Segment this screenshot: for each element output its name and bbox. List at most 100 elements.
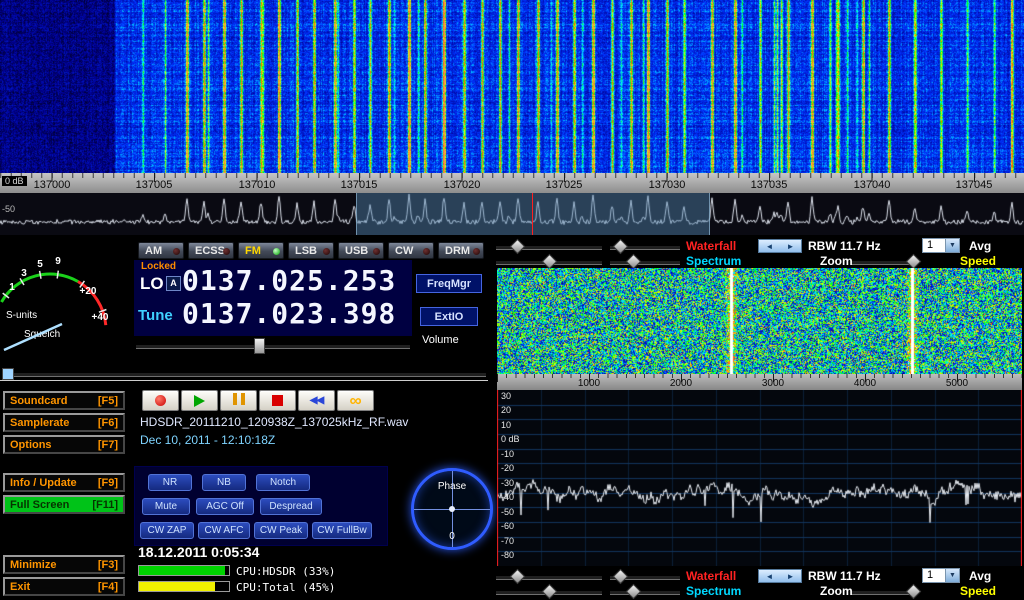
tune-frequency-display[interactable]: 0137.023.398 [182,299,396,329]
speed-label: Speed [960,584,996,598]
audio-db-label: 10 [501,420,511,430]
volume-thumb[interactable] [254,338,265,354]
waterfall-contrast-thumb[interactable] [613,239,629,255]
avg-select[interactable]: 1 ▼ [922,568,960,583]
info-update-button-key: [F9] [98,477,118,489]
minimize-button[interactable]: Minimize [F3] [3,555,125,574]
minimize-button-label: Minimize [10,559,56,571]
zoom-region-box[interactable] [356,193,710,235]
cpu-total-text: CPU:Total (45%) [236,581,335,594]
record-button[interactable] [142,390,179,411]
avg-label: Avg [969,239,991,253]
phase-label: Phase [414,481,490,492]
cw-afc-button[interactable]: CW AFC [198,522,250,539]
audio-frequency-scale[interactable]: 1000 2000 3000 4000 5000 [497,374,1022,390]
mode-lsb-button[interactable]: LSB [288,242,334,259]
spectrum-offset-slider[interactable] [610,590,680,595]
squelch-slider[interactable] [14,372,486,377]
rewind-button[interactable]: ◀◀ [298,390,335,411]
mode-drm-button[interactable]: DRM [438,242,484,259]
scroll-left-icon[interactable]: ◄ [766,242,774,251]
spectrum-offset-slider[interactable] [610,260,680,265]
main-spectrum[interactable]: -50 [0,193,1024,235]
rbw-label: RBW 11.7 Hz [808,569,881,583]
cpu-hdsdr-bar-fill [139,566,225,575]
mode-usb-button[interactable]: USB [338,242,384,259]
main-frequency-scale[interactable]: 137000 137005 137010 137015 137020 13702… [0,173,1024,193]
main-waterfall[interactable] [0,0,1024,173]
zoom-thumb[interactable] [906,254,922,270]
spectrum-range-thumb[interactable] [542,254,558,270]
combo-arrow-icon[interactable]: ▼ [945,569,959,582]
rbw-label: RBW 11.7 Hz [808,239,881,253]
waterfall-tab[interactable]: Waterfall [686,239,736,253]
audio-display-controls-bottom: Waterfall ◄ ► RBW 11.7 Hz 1 ▼ Avg Spectr… [490,568,1024,598]
waterfall-tab[interactable]: Waterfall [686,569,736,583]
mode-cw-label: CW [395,245,413,257]
options-button[interactable]: Options [F7] [3,435,125,454]
lo-lock-icon[interactable]: A [166,276,181,291]
waterfall-brightness-thumb[interactable] [510,239,526,255]
spectrum-offset-thumb[interactable] [626,254,642,270]
pause-button[interactable] [220,390,257,411]
waterfall-contrast-thumb[interactable] [613,569,629,585]
nb-button[interactable]: NB [202,474,246,491]
mode-ecss-button[interactable]: ECSS [188,242,234,259]
mode-am-button[interactable]: AM [138,242,184,259]
cpu-total-bar-fill [139,582,215,591]
extio-button[interactable]: ExtIO [420,307,478,326]
audio-waterfall[interactable] [497,268,1022,374]
cw-peak-button[interactable]: CW Peak [254,522,308,539]
scroll-right-icon[interactable]: ► [787,572,795,581]
zoom-label: Zoom [820,254,853,268]
fullscreen-button-label: Full Screen [10,499,69,511]
cw-fullbw-button[interactable]: CW FullBw [312,522,372,539]
avg-select-value: 1 [923,569,945,582]
notch-button[interactable]: Notch [256,474,310,491]
nr-button[interactable]: NR [148,474,192,491]
options-button-label: Options [10,439,52,451]
loop-button[interactable]: ∞ [337,390,374,411]
zoom-thumb[interactable] [906,584,922,600]
stop-button[interactable] [259,390,296,411]
mute-button[interactable]: Mute [142,498,190,515]
exit-button[interactable]: Exit [F4] [3,577,125,596]
lo-frequency-display[interactable]: 0137.025.253 [182,266,396,296]
mode-cw-button[interactable]: CW [388,242,434,259]
spectrum-tab[interactable]: Spectrum [686,254,741,268]
combo-arrow-icon[interactable]: ▼ [945,239,959,252]
band-scroll-buttons[interactable]: ◄ ► [758,569,802,583]
agc-off-button[interactable]: AGC Off [196,498,254,515]
s-meter-tick-label: 5 [37,259,43,270]
soundcard-button[interactable]: Soundcard [F5] [3,391,125,410]
mode-drm-led-icon [473,248,480,255]
speed-label: Speed [960,254,996,268]
freqmgr-button[interactable]: FreqMgr [416,274,482,293]
s-meter: 1 3 5 9 +20 +40 S-units Squelch [0,238,128,368]
spectrum-offset-thumb[interactable] [626,584,642,600]
avg-select[interactable]: 1 ▼ [922,238,960,253]
audio-db-label: -50 [501,507,514,517]
play-button[interactable] [181,390,218,411]
spectrum-range-thumb[interactable] [542,584,558,600]
squelch-thumb[interactable] [2,368,14,380]
freq-scale-label: 137030 [649,179,686,191]
mode-fm-button[interactable]: FM [238,242,284,259]
volume-slider[interactable] [136,344,410,349]
samplerate-button-label: Samplerate [10,417,69,429]
cw-zap-button[interactable]: CW ZAP [140,522,194,539]
stop-icon [272,395,283,406]
fullscreen-button[interactable]: Full Screen [F11] [3,495,125,514]
waterfall-brightness-thumb[interactable] [510,569,526,585]
band-scroll-buttons[interactable]: ◄ ► [758,239,802,253]
scroll-right-icon[interactable]: ► [787,242,795,251]
despread-button[interactable]: Despread [260,498,322,515]
audio-spectrum[interactable]: 30 20 10 0 dB -10 -20 -30 -40 -50 -60 -7… [497,390,1022,566]
scroll-left-icon[interactable]: ◄ [766,572,774,581]
audio-spectrum-canvas[interactable] [497,390,1022,566]
samplerate-button[interactable]: Samplerate [F6] [3,413,125,432]
audio-db-label: -10 [501,449,514,459]
info-update-button[interactable]: Info / Update [F9] [3,473,125,492]
spectrum-tab[interactable]: Spectrum [686,584,741,598]
mode-ecss-label: ECSS [195,245,225,257]
